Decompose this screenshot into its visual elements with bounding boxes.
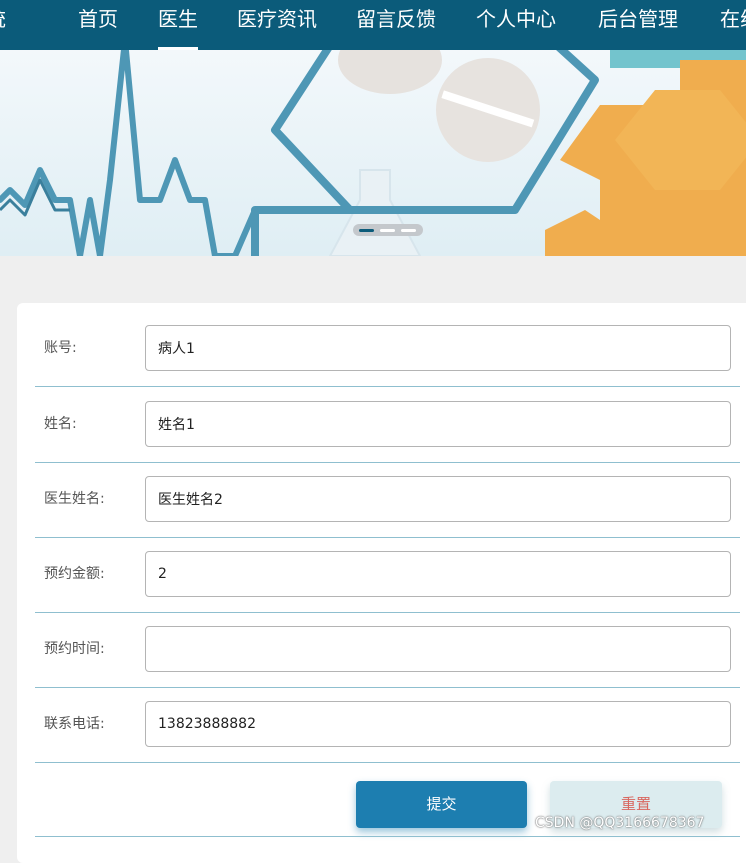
- submit-button[interactable]: 提交: [356, 781, 527, 828]
- form-row-appointment-time: 预约时间:: [35, 612, 740, 688]
- doctor-name-label: 医生姓名:: [44, 491, 105, 507]
- nav-item-home[interactable]: 首页: [78, 0, 118, 50]
- carousel-dot-3[interactable]: [401, 229, 416, 232]
- nav-item-personal-center[interactable]: 个人中心: [476, 0, 556, 50]
- appointment-time-input[interactable]: [145, 626, 731, 672]
- appointment-fee-input[interactable]: [145, 551, 731, 597]
- form-row-phone: 联系电话:: [35, 687, 740, 763]
- carousel-indicator: [353, 224, 423, 236]
- doctor-name-input[interactable]: [145, 476, 731, 522]
- top-nav-bar: 统 首页 医生 医疗资讯 留言反馈 个人中心 后台管理 在线: [0, 0, 746, 50]
- carousel-dot-2[interactable]: [380, 229, 395, 232]
- nav-item-doctor[interactable]: 医生: [158, 0, 198, 50]
- form-row-doctor-name: 医生姓名:: [35, 462, 740, 538]
- form-bottom-divider: [35, 836, 740, 837]
- nav-item-admin[interactable]: 后台管理: [598, 0, 678, 50]
- carousel-dot-1[interactable]: [359, 229, 374, 232]
- nav-item-feedback[interactable]: 留言反馈: [356, 0, 436, 50]
- phone-label: 联系电话:: [44, 716, 105, 732]
- form-row-account: 账号:: [35, 311, 740, 387]
- nav-item-online[interactable]: 在线: [720, 0, 746, 50]
- appointment-fee-label: 预约金额:: [44, 566, 105, 582]
- form-row-name: 姓名:: [35, 387, 740, 463]
- form-row-appointment-fee: 预约金额:: [35, 537, 740, 613]
- site-title-fragment[interactable]: 统: [0, 0, 6, 50]
- account-label: 账号:: [44, 340, 77, 356]
- phone-input[interactable]: [145, 701, 731, 747]
- nav-item-medical-news[interactable]: 医疗资讯: [237, 0, 317, 50]
- name-label: 姓名:: [44, 416, 77, 432]
- account-input[interactable]: [145, 325, 731, 371]
- appointment-time-label: 预约时间:: [44, 641, 105, 657]
- watermark-text: CSDN @QQ3166678367: [535, 815, 705, 831]
- name-input[interactable]: [145, 401, 731, 447]
